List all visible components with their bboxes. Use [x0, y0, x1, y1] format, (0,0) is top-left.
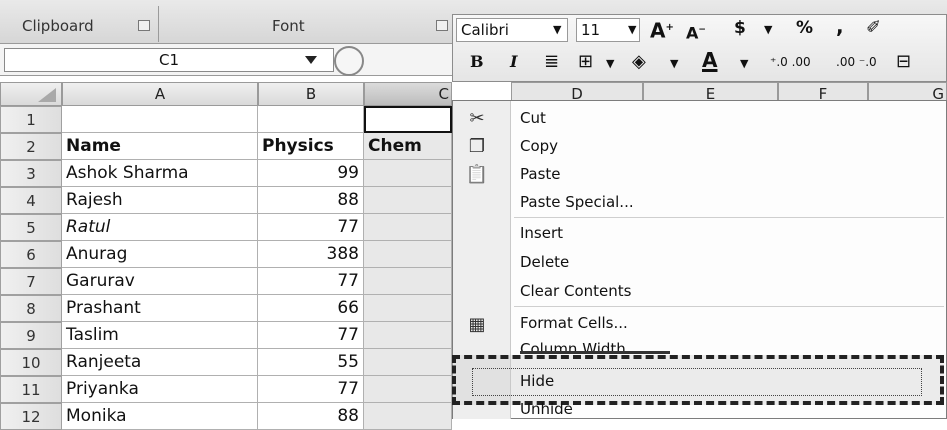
row-header[interactable]: 9	[0, 322, 62, 349]
formula-fx-icon[interactable]	[334, 46, 364, 76]
cell-name[interactable]: Taslim	[62, 322, 258, 349]
shrink-font-icon[interactable]: A−	[686, 18, 706, 42]
menu-item-copy[interactable]: Copy	[520, 132, 558, 160]
column-header-c[interactable]: C	[364, 82, 452, 106]
cell-chem[interactable]	[364, 187, 452, 214]
row-header[interactable]: 10	[0, 349, 62, 376]
clipboard-launcher-icon[interactable]	[138, 20, 150, 31]
borders-icon[interactable]: ⊞	[578, 50, 593, 74]
cell-name[interactable]: Rajesh	[62, 187, 258, 214]
row-header[interactable]: 4	[0, 187, 62, 214]
cell-name[interactable]: Garurav	[62, 268, 258, 295]
align-center-icon[interactable]: ≣	[544, 50, 559, 74]
column-width-overlap	[520, 351, 670, 354]
cell-name[interactable]: Ashok Sharma	[62, 160, 258, 187]
cell-name[interactable]: Anurag	[62, 241, 258, 268]
cell-physics[interactable]: 99	[258, 160, 364, 187]
increase-decimal-icon[interactable]: ⁺.0 .00	[770, 50, 811, 74]
menu-item-clear-contents[interactable]: Clear Contents	[520, 277, 631, 305]
select-all-triangle-icon	[38, 88, 56, 102]
cell-name[interactable]: Ratul	[62, 214, 258, 241]
cell-physics[interactable]: 55	[258, 349, 364, 376]
cell-physics[interactable]: 77	[258, 268, 364, 295]
cell-physics[interactable]: 77	[258, 322, 364, 349]
fill-color-icon[interactable]: ◈	[632, 50, 646, 74]
row-header[interactable]: 2	[0, 133, 62, 160]
cell-physics[interactable]: 77	[258, 214, 364, 241]
comma-style-icon[interactable]: ,	[836, 14, 844, 38]
clipboard-group-label: Clipboard	[22, 17, 94, 35]
cell-chem[interactable]	[364, 268, 452, 295]
cell-chem[interactable]	[364, 160, 452, 187]
percent-icon[interactable]: %	[796, 16, 813, 40]
cell-name[interactable]: Prashant	[62, 295, 258, 322]
cell-physics[interactable]: 88	[258, 403, 364, 430]
column-header-b[interactable]: B	[258, 82, 364, 106]
menu-item-hide[interactable]: Hide	[520, 367, 554, 395]
cell-physics[interactable]: 88	[258, 187, 364, 214]
row-header[interactable]: 5	[0, 214, 62, 241]
cell-b1[interactable]	[258, 106, 364, 133]
menu-item-format-cells[interactable]: Format Cells...	[520, 309, 628, 337]
font-group-label: Font	[272, 17, 305, 35]
menu-item-paste[interactable]: Paste	[520, 160, 561, 188]
chevron-down-icon[interactable]: ▼	[553, 18, 561, 42]
chevron-down-icon[interactable]: ▼	[670, 52, 678, 76]
bold-button[interactable]: B	[470, 50, 484, 74]
merge-cells-icon[interactable]: ⊟	[896, 50, 911, 74]
font-name-box[interactable]: Calibri	[456, 18, 568, 42]
row-header[interactable]: 8	[0, 295, 62, 322]
grow-font-icon[interactable]: A+	[650, 16, 674, 43]
paste-icon: 📋	[465, 164, 489, 185]
row-header[interactable]: 6	[0, 241, 62, 268]
menu-separator	[514, 306, 944, 307]
cell-a2[interactable]: Name	[62, 133, 258, 160]
format-cells-icon: ▦	[468, 314, 486, 335]
cell-physics[interactable]: 77	[258, 376, 364, 403]
menu-item-paste-special[interactable]: Paste Special...	[520, 188, 634, 216]
cell-chem[interactable]	[364, 214, 452, 241]
row-header[interactable]: 7	[0, 268, 62, 295]
cell-b2[interactable]: Physics	[258, 133, 364, 160]
name-box[interactable]: C1	[4, 48, 334, 72]
font-launcher-icon[interactable]	[436, 20, 448, 31]
cell-name[interactable]: Priyanka	[62, 376, 258, 403]
cell-chem[interactable]	[364, 241, 452, 268]
menu-item-insert[interactable]: Insert	[520, 219, 563, 247]
chevron-down-icon[interactable]: ▼	[740, 52, 748, 76]
row-header[interactable]: 1	[0, 106, 62, 133]
cell-chem[interactable]	[364, 376, 452, 403]
row-header[interactable]: 11	[0, 376, 62, 403]
decrease-decimal-icon[interactable]: .00 ⁻.0	[836, 50, 877, 74]
cell-chem[interactable]	[364, 322, 452, 349]
row-header[interactable]: 12	[0, 403, 62, 430]
cell-name[interactable]: Monika	[62, 403, 258, 430]
cell-a1[interactable]	[62, 106, 258, 133]
currency-icon[interactable]: $	[734, 16, 746, 40]
cell-chem[interactable]	[364, 403, 452, 430]
scissors-icon: ✂	[469, 108, 485, 129]
menu-item-delete[interactable]: Delete	[520, 248, 569, 276]
cell-chem[interactable]	[364, 295, 452, 322]
menu-separator	[514, 217, 944, 218]
format-painter-icon[interactable]: ✐	[866, 16, 881, 40]
italic-button[interactable]: I	[510, 50, 517, 74]
copy-icon: ❐	[468, 136, 486, 157]
cell-physics[interactable]: 66	[258, 295, 364, 322]
column-header-a[interactable]: A	[62, 82, 258, 106]
chevron-down-icon[interactable]	[305, 56, 317, 64]
chevron-down-icon[interactable]: ▼	[606, 52, 614, 76]
menu-item-column-width[interactable]: Column Width...	[520, 336, 640, 352]
cell-name[interactable]: Ranjeeta	[62, 349, 258, 376]
chevron-down-icon[interactable]: ▼	[628, 18, 636, 42]
cell-c1-selected[interactable]	[364, 106, 452, 133]
cell-physics[interactable]: 388	[258, 241, 364, 268]
chevron-down-icon[interactable]: ▼	[764, 18, 772, 42]
row-header[interactable]: 3	[0, 160, 62, 187]
cell-chem[interactable]	[364, 349, 452, 376]
ribbon-separator	[158, 6, 159, 42]
font-color-icon[interactable]: A	[702, 48, 717, 72]
cell-c2[interactable]: Chem	[364, 133, 452, 160]
menu-item-cut[interactable]: Cut	[520, 104, 546, 132]
